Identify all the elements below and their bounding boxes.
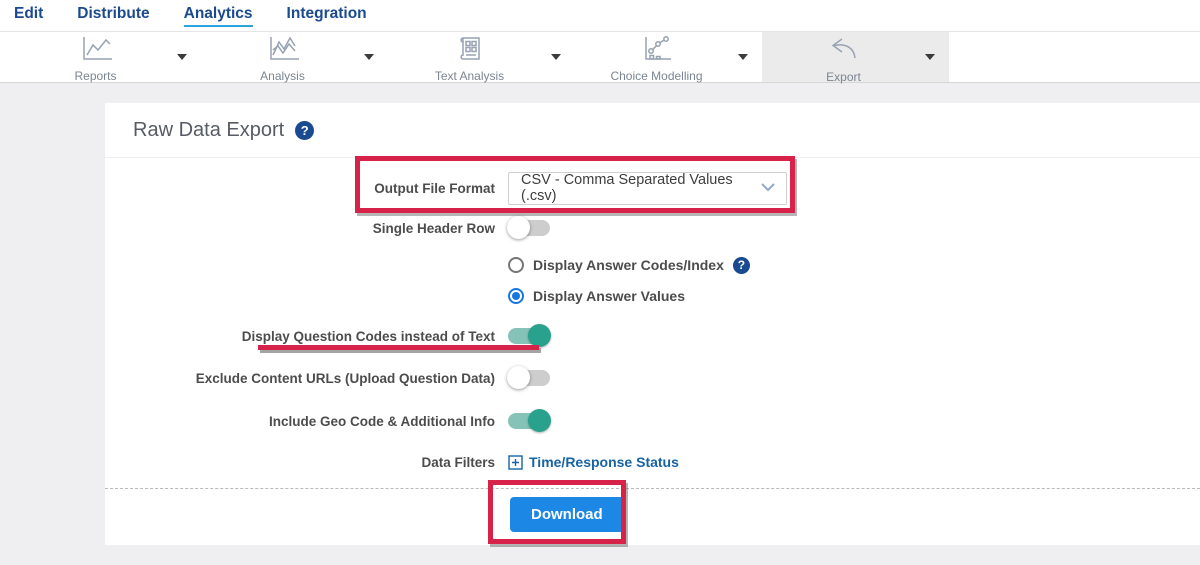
include-geo-label: Include Geo Code & Additional Info — [269, 413, 495, 429]
page-title-row: Raw Data Export ? — [133, 119, 315, 142]
toolbar-item-text-analysis[interactable]: Text Analysis — [388, 32, 575, 83]
scatter-chart-icon — [641, 35, 673, 67]
output-file-format-value: CSV - Comma Separated Values (.csv) — [521, 172, 733, 204]
include-geo-toggle[interactable] — [508, 409, 551, 432]
download-row: Download — [510, 497, 624, 532]
exclude-content-urls-label: Exclude Content URLs (Upload Question Da… — [195, 370, 495, 386]
answer-codes-radio[interactable] — [508, 257, 524, 273]
question-codes-row: Display Question Codes instead of Text — [105, 323, 551, 349]
toolbar-item-label: Choice Modelling — [610, 69, 703, 83]
toolbar-item-label: Export — [826, 69, 861, 84]
single-header-row-toggle[interactable] — [507, 216, 550, 239]
question-codes-toggle[interactable] — [508, 324, 551, 347]
section-divider — [105, 488, 1200, 489]
expand-plus-icon — [508, 454, 523, 470]
toolbar-item-analysis[interactable]: Analysis — [201, 32, 388, 83]
export-arrow-icon — [827, 35, 861, 68]
newspaper-grid-icon — [455, 35, 485, 67]
question-codes-label: Display Question Codes instead of Text — [241, 328, 495, 344]
chevron-down-icon[interactable] — [177, 54, 187, 60]
chevron-down-icon[interactable] — [551, 54, 561, 60]
toolbar-item-export[interactable]: Export — [762, 32, 949, 84]
toolbar-item-label: Reports — [74, 69, 117, 83]
chevron-down-icon[interactable] — [925, 54, 935, 60]
line-chart-icon — [79, 35, 113, 67]
data-filters-row: Data Filters Time/Response Status — [105, 450, 679, 474]
download-button[interactable]: Download — [510, 497, 624, 532]
single-header-row: Single Header Row — [105, 215, 550, 241]
output-file-format-label: Output File Format — [374, 180, 495, 196]
analytics-toolbar: Reports Analysis Text Analysis Choice Mo… — [0, 31, 1200, 84]
chevron-down-icon — [760, 180, 776, 196]
answer-values-radio[interactable] — [508, 288, 524, 304]
nav-item-edit[interactable]: Edit — [14, 5, 43, 27]
answer-values-option: Display Answer Values — [508, 285, 685, 307]
answer-codes-label: Display Answer Codes/Index — [533, 257, 724, 273]
chevron-down-icon[interactable] — [364, 54, 374, 60]
exclude-content-urls-row: Exclude Content URLs (Upload Question Da… — [105, 365, 550, 391]
output-file-format-select[interactable]: CSV - Comma Separated Values (.csv) — [508, 171, 787, 205]
title-divider — [105, 157, 1200, 158]
help-icon[interactable]: ? — [732, 256, 750, 274]
data-filters-label: Data Filters — [421, 454, 495, 470]
toolbar-item-label: Text Analysis — [434, 69, 505, 83]
multi-line-chart-icon — [266, 35, 300, 67]
page-title: Raw Data Export — [133, 119, 285, 141]
include-geo-row: Include Geo Code & Additional Info — [105, 408, 551, 434]
time-response-status-label: Time/Response Status — [529, 454, 679, 470]
primary-nav: Edit Distribute Analytics Integration — [0, 0, 1200, 31]
toolbar-item-label: Analysis — [260, 69, 305, 83]
nav-item-integration[interactable]: Integration — [287, 5, 367, 27]
help-icon[interactable]: ? — [295, 121, 315, 140]
single-header-row-label: Single Header Row — [372, 220, 495, 236]
raw-data-export-panel: Raw Data Export ? Output File Format CSV… — [105, 103, 1200, 545]
answer-codes-option: Display Answer Codes/Index ? — [508, 254, 750, 276]
nav-item-distribute[interactable]: Distribute — [77, 5, 149, 27]
answer-values-label: Display Answer Values — [533, 288, 685, 304]
time-response-status-link[interactable]: Time/Response Status — [508, 454, 679, 470]
chevron-down-icon[interactable] — [738, 54, 748, 60]
exclude-content-urls-toggle[interactable] — [507, 366, 550, 389]
output-file-format-row: Output File Format CSV - Comma Separated… — [105, 170, 787, 206]
nav-item-analytics[interactable]: Analytics — [183, 5, 253, 27]
toolbar-item-reports[interactable]: Reports — [14, 32, 201, 83]
toolbar-item-choice-modelling[interactable]: Choice Modelling — [575, 32, 762, 83]
